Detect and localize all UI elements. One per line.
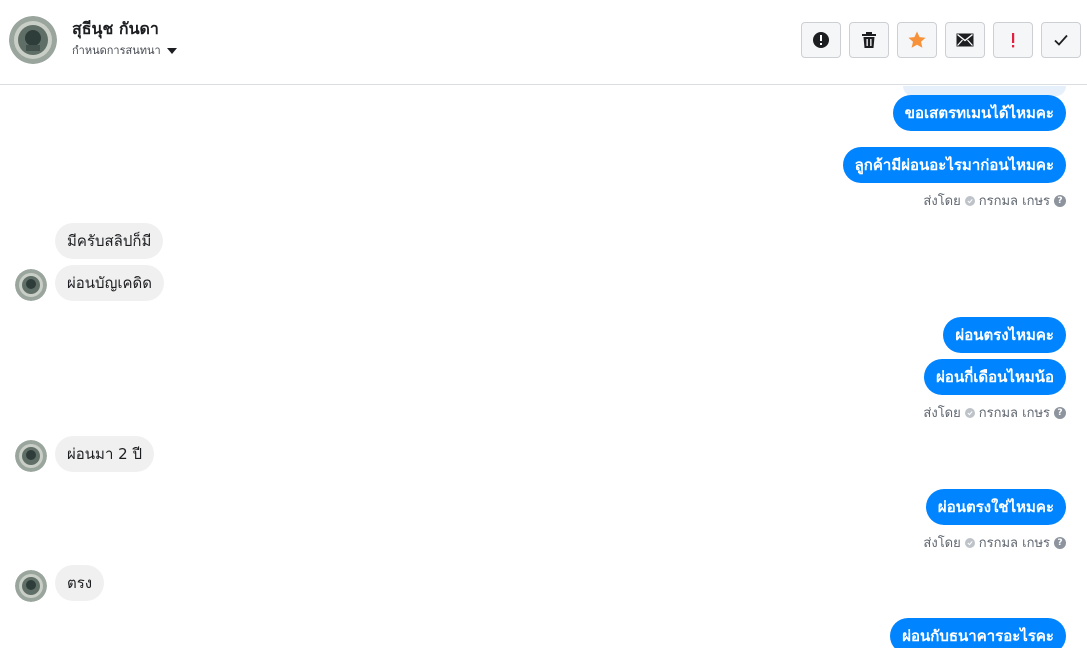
action-toolbar: [801, 22, 1081, 58]
message-outgoing[interactable]: ผ่อนกับธนาคารอะไรคะ: [890, 618, 1066, 648]
verified-check-icon: [964, 407, 975, 418]
message-outgoing[interactable]: ผ่อนกี่เดือนไหมน้อ: [924, 359, 1066, 395]
sent-by-label: ส่งโดย: [923, 194, 961, 209]
trash-icon: [861, 31, 877, 49]
contact-avatar-small: [15, 440, 47, 472]
message-outgoing[interactable]: ลูกค้ามีผ่อนอะไรมาก่อนไหมคะ: [842, 147, 1066, 183]
help-icon[interactable]: ?: [1054, 406, 1066, 419]
verified-check-icon: [964, 195, 975, 206]
sent-by-label: ส่งโดย: [923, 406, 961, 421]
mark-unread-button[interactable]: [945, 22, 985, 58]
exclamation-icon: [1010, 31, 1016, 49]
contact-avatar[interactable]: [9, 16, 57, 64]
sent-by-agent: กรกมล เกษร: [978, 406, 1050, 421]
envelope-icon: [956, 33, 974, 47]
message-incoming[interactable]: ตรง: [55, 565, 105, 601]
help-icon[interactable]: ?: [1054, 194, 1066, 207]
status-label: กำหนดการสนทนา: [72, 44, 161, 57]
contact-avatar-small: [15, 269, 47, 301]
star-button[interactable]: [897, 22, 937, 58]
conversation-status-dropdown[interactable]: กำหนดการสนทนา: [72, 41, 177, 59]
verified-check-icon: [964, 537, 975, 548]
conversation-header: สุธีนุช กันดา กำหนดการสนทนา: [0, 0, 1087, 85]
message-incoming[interactable]: ผ่อนบัญเคดิด: [55, 265, 164, 301]
sent-by-info: ส่งโดย กรกมล เกษร ?: [923, 402, 1066, 423]
message-thread[interactable]: ขอเสตรทเมนได้ไหมคะ ลูกค้ามีผ่อนอะไรมาก่อ…: [0, 86, 1087, 648]
star-icon: [907, 30, 927, 50]
sent-by-agent: กรกมล เกษร: [978, 194, 1050, 209]
mark-done-button[interactable]: [1041, 22, 1081, 58]
message-outgoing[interactable]: ผ่อนตรงใช่ไหมคะ: [925, 489, 1066, 525]
checkmark-icon: [1053, 33, 1069, 47]
chevron-down-icon: [166, 47, 177, 54]
contact-name: สุธีนุช กันดา: [72, 19, 159, 38]
sent-by-info: ส่งโดย กรกมล เกษร ?: [923, 190, 1066, 211]
sent-by-label: ส่งโดย: [923, 536, 961, 551]
important-button[interactable]: [993, 22, 1033, 58]
message-outgoing[interactable]: ผ่อนตรงไหมคะ: [943, 317, 1066, 353]
sent-by-agent: กรกมล เกษร: [978, 536, 1050, 551]
message-incoming[interactable]: มีครับสลิปก็มี: [55, 223, 164, 259]
spam-button[interactable]: [801, 22, 841, 58]
message-incoming[interactable]: ผ่อนมา 2 ปี: [55, 436, 154, 472]
contact-avatar-small: [15, 570, 47, 602]
message-outgoing[interactable]: ขอเสตรทเมนได้ไหมคะ: [892, 95, 1066, 131]
help-icon[interactable]: ?: [1054, 536, 1066, 549]
delete-button[interactable]: [849, 22, 889, 58]
sent-by-info: ส่งโดย กรกมล เกษร ?: [923, 532, 1066, 553]
alert-circle-icon: [812, 31, 830, 49]
